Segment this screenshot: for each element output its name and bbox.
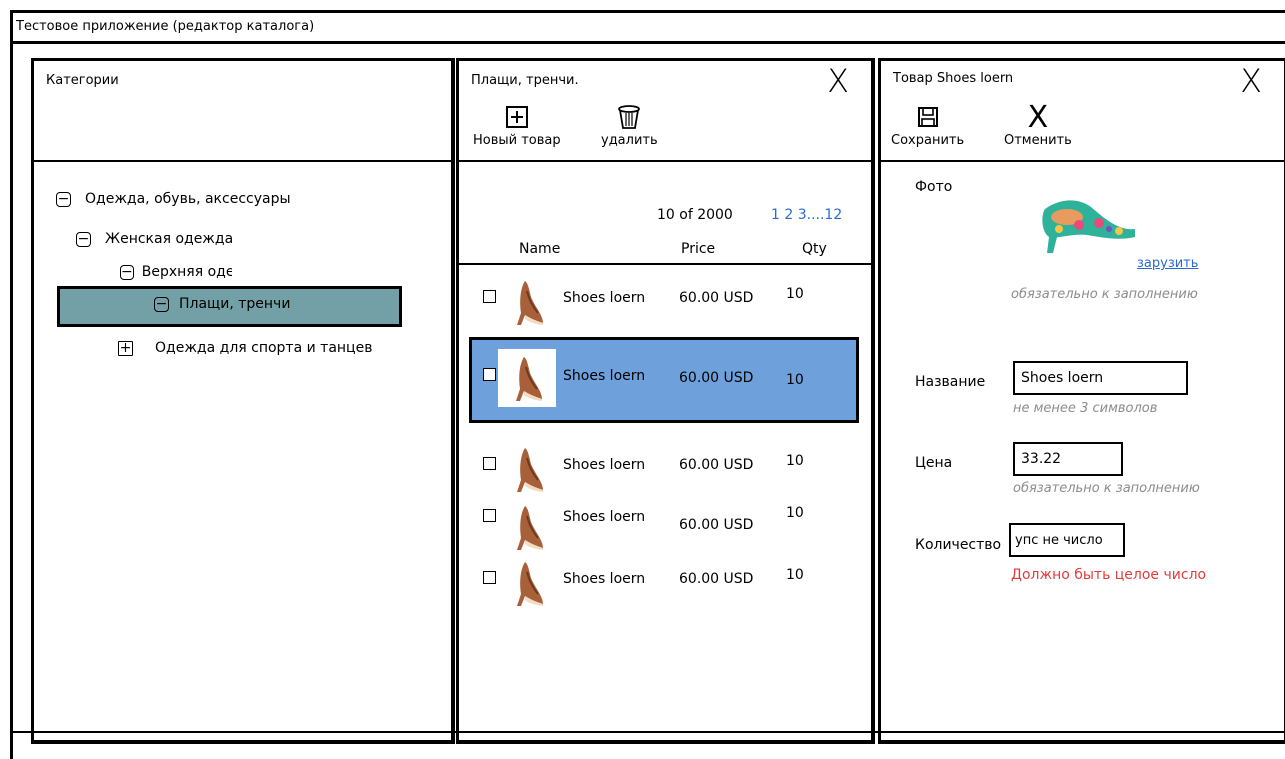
name-label: Название [915,374,986,390]
save-button[interactable]: Сохранить [891,101,964,148]
cancel-button[interactable]: X Отменить [1004,99,1072,149]
product-thumbnail [511,558,545,608]
close-list-button[interactable]: X [827,65,849,97]
categories-panel: Категории − Одежда, обувь, аксессуары − … [31,58,455,744]
row-checkbox[interactable] [483,509,496,522]
row-checkbox[interactable] [483,368,496,381]
table-row-selected[interactable]: Shoes loern 60.00 USD 10 [469,337,859,423]
product-list-panel: Плащи, тренчи. X Новый товар удалить 10 … [456,58,875,744]
categories-title: Категории [46,73,119,88]
cancel-label: Отменить [1004,133,1072,148]
row-qty: 10 [786,567,804,583]
table-row[interactable]: Shoes loern 60.00 USD 10 [459,499,871,555]
product-photo [1039,179,1139,263]
new-product-button[interactable]: Новый товар [473,101,561,148]
title-divider [13,41,1285,44]
upload-photo-link[interactable]: зарузить [1137,256,1198,271]
panel-divider [34,160,451,162]
price-label: Цена [915,455,953,471]
name-input[interactable] [1013,361,1188,395]
tree-node-raincoats[interactable]: − Плащи, тренчи [154,296,290,312]
header-divider [459,263,871,265]
row-name: Shoes loern [563,290,646,306]
tree-node-women[interactable]: − Женская одежда [76,231,233,247]
row-name: Shoes loern [563,368,646,384]
row-qty: 10 [786,372,804,388]
tree-node-outerwear[interactable]: − Верхняя одежда [120,264,232,280]
column-header-qty[interactable]: Qty [802,241,827,257]
table-row[interactable]: Shoes loern 60.00 USD 10 [459,441,871,497]
cross-icon: X [1027,99,1049,135]
row-checkbox[interactable] [483,457,496,470]
pager-links[interactable]: 1 2 3....12 [771,207,842,223]
status-bar-divider [13,731,1285,733]
tree-node-label: Одежда, обувь, аксессуары [85,191,291,207]
name-hint: не менее 3 символов [1013,401,1158,416]
tree-node-label: Женская одежда [105,231,234,247]
row-qty: 10 [786,286,804,302]
tree-node-clothing[interactable]: − Одежда, обувь, аксессуары [56,191,291,207]
panel-divider [881,160,1284,162]
collapse-icon[interactable]: − [56,191,71,207]
collapse-icon[interactable]: − [154,296,169,312]
photo-label: Фото [915,179,953,195]
row-qty: 10 [786,453,804,469]
product-thumbnail [511,444,545,494]
quantity-label: Количество [915,537,1002,553]
tree-node-label: Верхняя одежда [141,264,232,280]
product-thumbnail [498,349,556,407]
table-row[interactable]: Shoes loern 60.00 USD 10 [459,274,871,330]
product-editor-panel: Товар Shoes loern X Сохранить X Отменить… [878,58,1285,744]
collapse-icon[interactable]: − [120,264,134,280]
tree-node-label: Одежда для спорта и танцев [155,340,373,356]
row-price: 60.00 USD [679,571,754,587]
table-row[interactable]: Shoes loern 60.00 USD 10 [459,555,871,611]
row-price: 60.00 USD [679,370,754,386]
plus-icon [505,101,529,133]
panel-divider [459,160,871,162]
photo-hint: обязательно к заполнению [1011,287,1198,302]
row-name: Shoes loern [563,457,646,473]
column-header-price[interactable]: Price [681,241,715,257]
price-hint: обязательно к заполнению [1013,481,1200,496]
delete-button[interactable]: удалить [601,101,658,148]
save-icon [917,101,939,133]
product-thumbnail [511,502,545,552]
column-header-name[interactable]: Name [519,241,560,257]
row-name: Shoes loern [563,509,646,525]
quantity-error: Должно быть целое число [1011,567,1207,583]
app-window: Тестовое приложение (редактор каталога) … [10,10,1285,759]
row-checkbox[interactable] [483,290,496,303]
close-editor-button[interactable]: X [1240,65,1262,97]
product-thumbnail [511,277,545,327]
row-price: 60.00 USD [679,457,754,473]
tree-node-sport[interactable]: + Одежда для спорта и танцев [118,340,372,356]
row-name: Shoes loern [563,571,646,587]
editor-title: Товар Shoes loern [893,71,1014,86]
expand-icon[interactable]: + [118,340,133,356]
trash-icon [617,101,641,133]
save-label: Сохранить [891,133,965,148]
delete-label: удалить [601,133,658,148]
row-checkbox[interactable] [483,571,496,584]
pager-status: 10 of 2000 [657,207,733,223]
price-input[interactable] [1013,442,1123,476]
row-price: 60.00 USD [679,517,754,533]
window-title: Тестовое приложение (редактор каталога) [16,19,315,34]
row-price: 60.00 USD [679,290,754,306]
list-title: Плащи, тренчи. [471,73,579,88]
quantity-input[interactable] [1009,523,1125,557]
new-product-label: Новый товар [473,133,561,148]
tree-node-label: Плащи, тренчи [179,296,291,312]
row-qty: 10 [786,505,804,521]
collapse-icon[interactable]: − [76,231,91,247]
